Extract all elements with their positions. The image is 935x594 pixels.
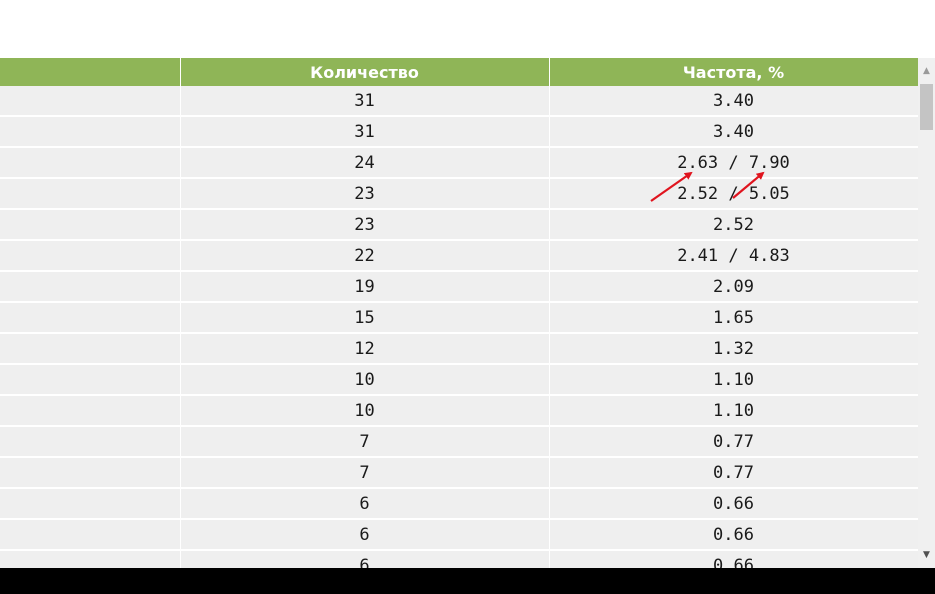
row-frequency-cell: 1.32 bbox=[549, 333, 918, 365]
row-count-cell: 15 bbox=[180, 302, 550, 334]
row-name-cell bbox=[0, 302, 181, 334]
row-count-cell: 24 bbox=[180, 147, 550, 179]
row-name-cell bbox=[0, 426, 181, 458]
row-count-cell: 10 bbox=[180, 364, 550, 396]
table-row[interactable]: 31 3.40 bbox=[0, 86, 918, 117]
row-name-cell bbox=[0, 209, 181, 241]
row-frequency-cell: 0.66 bbox=[549, 488, 918, 520]
row-frequency-cell: 3.40 bbox=[549, 86, 918, 117]
row-name-cell bbox=[0, 488, 181, 520]
row-count-cell: 7 bbox=[180, 457, 550, 489]
row-frequency-cell: 0.77 bbox=[549, 426, 918, 458]
row-frequency-cell: 0.66 bbox=[549, 550, 918, 568]
table-viewport[interactable]: Количество Частота, % 31 3.40 31 3.40 24 2.63… bbox=[0, 58, 918, 568]
row-name-cell bbox=[0, 550, 181, 568]
table-row[interactable]: 10 1.10 bbox=[0, 364, 918, 396]
row-name-cell bbox=[0, 116, 181, 148]
row-name-cell bbox=[0, 147, 181, 179]
row-frequency-cell: 2.63 / 7.90 bbox=[549, 147, 918, 179]
table-row[interactable]: 15 1.65 bbox=[0, 302, 918, 334]
row-name-cell bbox=[0, 519, 181, 551]
table-row[interactable]: 6 0.66 bbox=[0, 550, 918, 568]
row-count-cell: 6 bbox=[180, 550, 550, 568]
row-frequency-cell: 3.40 bbox=[549, 116, 918, 148]
row-frequency-cell: 1.10 bbox=[549, 395, 918, 427]
row-frequency-cell: 2.52 / 5.05 bbox=[549, 178, 918, 210]
table-row[interactable]: 23 2.52 / 5.05 bbox=[0, 178, 918, 210]
row-frequency-cell: 2.41 / 4.83 bbox=[549, 240, 918, 272]
row-frequency-cell: 2.52 bbox=[549, 209, 918, 241]
bottom-black-bar bbox=[0, 568, 935, 594]
row-count-cell: 6 bbox=[180, 519, 550, 551]
row-count-cell: 12 bbox=[180, 333, 550, 365]
row-count-cell: 19 bbox=[180, 271, 550, 303]
row-name-cell bbox=[0, 364, 181, 396]
table-row[interactable]: 6 0.66 bbox=[0, 519, 918, 551]
table-row[interactable]: 23 2.52 bbox=[0, 209, 918, 241]
table-row[interactable]: 24 2.63 / 7.90 bbox=[0, 147, 918, 179]
vertical-scrollbar[interactable]: ▲ ▼ bbox=[918, 58, 935, 568]
column-header-count[interactable]: Количество bbox=[180, 58, 550, 86]
scroll-thumb[interactable] bbox=[920, 84, 933, 130]
row-name-cell bbox=[0, 333, 181, 365]
scroll-up-arrow-icon[interactable]: ▲ bbox=[918, 58, 935, 80]
table-row[interactable]: 31 3.40 bbox=[0, 116, 918, 148]
row-name-cell bbox=[0, 271, 181, 303]
row-name-cell bbox=[0, 178, 181, 210]
row-count-cell: 10 bbox=[180, 395, 550, 427]
row-frequency-cell: 0.77 bbox=[549, 457, 918, 489]
table-row[interactable]: 22 2.41 / 4.83 bbox=[0, 240, 918, 272]
table-row[interactable]: 7 0.77 bbox=[0, 426, 918, 458]
frequency-table: Количество Частота, % 31 3.40 31 3.40 24 2.63… bbox=[0, 58, 918, 568]
row-frequency-cell: 0.66 bbox=[549, 519, 918, 551]
row-name-cell bbox=[0, 240, 181, 272]
row-count-cell: 23 bbox=[180, 209, 550, 241]
row-name-cell bbox=[0, 457, 181, 489]
row-count-cell: 31 bbox=[180, 116, 550, 148]
table-row[interactable]: 7 0.77 bbox=[0, 457, 918, 489]
row-frequency-cell: 1.65 bbox=[549, 302, 918, 334]
row-frequency-cell: 2.09 bbox=[549, 271, 918, 303]
row-count-cell: 6 bbox=[180, 488, 550, 520]
row-count-cell: 22 bbox=[180, 240, 550, 272]
column-header-frequency[interactable]: Частота, % bbox=[549, 58, 918, 86]
column-header-name[interactable] bbox=[0, 58, 181, 86]
table-header-row: Количество Частота, % bbox=[0, 58, 918, 86]
row-count-cell: 23 bbox=[180, 178, 550, 210]
table-row[interactable]: 12 1.32 bbox=[0, 333, 918, 365]
scroll-down-arrow-icon[interactable]: ▼ bbox=[918, 546, 935, 568]
row-frequency-cell: 1.10 bbox=[549, 364, 918, 396]
row-count-cell: 7 bbox=[180, 426, 550, 458]
table-row[interactable]: 10 1.10 bbox=[0, 395, 918, 427]
row-count-cell: 31 bbox=[180, 86, 550, 117]
row-name-cell bbox=[0, 86, 181, 117]
row-name-cell bbox=[0, 395, 181, 427]
table-row[interactable]: 19 2.09 bbox=[0, 271, 918, 303]
table-row[interactable]: 6 0.66 bbox=[0, 488, 918, 520]
